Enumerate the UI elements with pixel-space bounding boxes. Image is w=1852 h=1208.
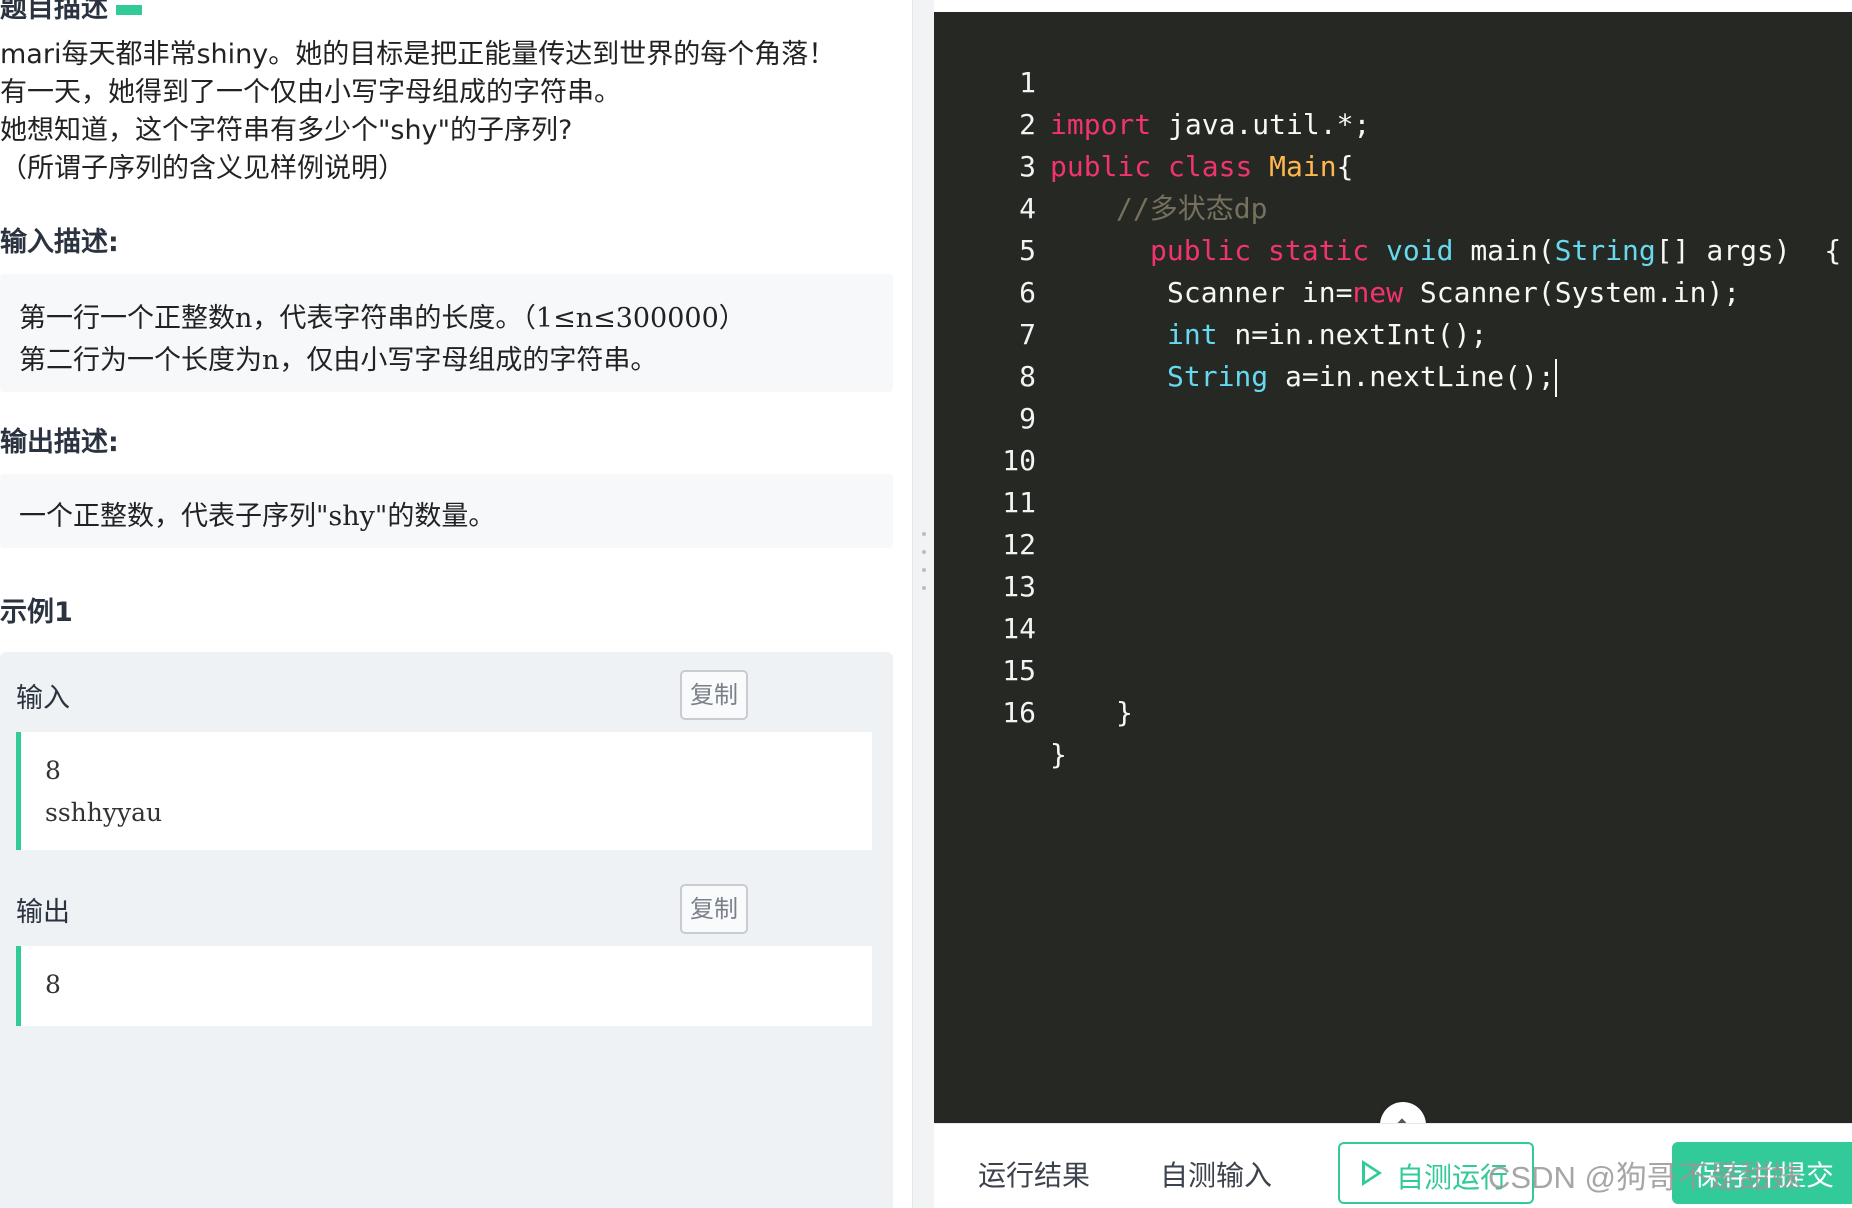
code-line[interactable]: 10 xyxy=(934,398,1852,477)
code-line[interactable]: 12 xyxy=(934,482,1852,561)
code-text: } xyxy=(1116,696,1133,729)
code-line[interactable]: 9 xyxy=(934,356,1852,435)
output-description-box: 一个正整数，代表子序列"shy"的数量。 xyxy=(0,474,893,548)
code-line[interactable]: 8 xyxy=(934,314,1852,393)
input-description-line: 第一行一个正整数n，代表字符串的长度。（1≤n≤300000） xyxy=(19,303,746,334)
grip-dot-icon xyxy=(922,550,926,554)
code-editor[interactable]: 1 import java.util.*; 2 public class Mai… xyxy=(934,0,1852,1123)
code-line[interactable]: 16 } xyxy=(934,650,1852,771)
code-line[interactable]: 4 public static void main(String[] args)… xyxy=(934,146,1852,267)
input-description-box: 第一行一个正整数n，代表字符串的长度。（1≤n≤300000） 第二行为一个长度… xyxy=(0,274,893,392)
example-input-line: 8 xyxy=(45,756,61,785)
code-line[interactable]: 15 } xyxy=(934,608,1852,729)
code-line[interactable]: 2 public class Main{ xyxy=(934,62,1852,183)
copy-output-button[interactable]: 复制 xyxy=(680,884,748,934)
problem-title: 题目描述 xyxy=(0,0,142,25)
grip-dot-icon xyxy=(922,586,926,590)
example-title: 示例1 xyxy=(0,597,73,628)
code-line[interactable]: 5 Scanner in=new Scanner(System.in); xyxy=(934,188,1852,309)
grip-dot-icon xyxy=(922,568,926,572)
example-card: 输入 复制 8 sshhyyau 输出 复制 8 xyxy=(0,652,893,1208)
code-line[interactable]: 1 import java.util.*; xyxy=(934,20,1852,141)
title-mark-icon xyxy=(116,4,142,15)
description-line: mari每天都非常shiny。她的目标是把正能量传达到世界的每个角落！ xyxy=(0,39,836,70)
code-text: } xyxy=(1050,738,1067,771)
tab-run-result[interactable]: 运行结果 xyxy=(978,1154,1090,1194)
example-input-block: 8 sshhyyau xyxy=(16,732,872,850)
code-line[interactable]: 7 String a=in.nextLine(); xyxy=(934,272,1852,397)
output-description-title: 输出描述: xyxy=(0,427,119,458)
example-input-label: 输入 xyxy=(16,683,70,714)
code-line[interactable]: 11 xyxy=(934,440,1852,519)
copy-input-button[interactable]: 复制 xyxy=(680,670,748,720)
code-line[interactable]: 3 //多状态dp xyxy=(934,104,1852,225)
line-number: 16 xyxy=(1002,696,1036,729)
play-icon-inner xyxy=(1365,1165,1377,1181)
grip-dot-icon xyxy=(922,532,926,536)
example-input-line: sshhyyau xyxy=(45,798,163,827)
description-line: 有一天，她得到了一个仅由小写字母组成的字符串。 xyxy=(0,77,621,108)
tab-custom-input[interactable]: 自测输入 xyxy=(1160,1154,1272,1194)
problem-panel: 题目描述 mari每天都非常shiny。她的目标是把正能量传达到世界的每个角落！… xyxy=(0,0,912,1208)
code-line[interactable]: 14 xyxy=(934,566,1852,645)
input-description-title: 输入描述: xyxy=(0,227,119,258)
input-description-line: 第二行为一个长度为n，仅由小写字母组成的字符串。 xyxy=(19,345,658,376)
example-output-label: 输出 xyxy=(16,897,70,928)
panel-resize-handle[interactable] xyxy=(912,0,934,1208)
example-output-block: 8 xyxy=(16,946,872,1026)
output-description-line: 一个正整数，代表子序列"shy"的数量。 xyxy=(19,501,496,532)
description-line: （所谓子序列的含义见样例说明） xyxy=(0,153,405,184)
code-line[interactable]: 13 xyxy=(934,524,1852,603)
description-line: 她想知道，这个字符串有多少个"shy"的子序列? xyxy=(0,115,573,146)
watermark: CSDN @狗哥不是甜妹 xyxy=(1488,1160,1802,1195)
code-line[interactable]: 6 int n=in.nextInt(); xyxy=(934,230,1852,351)
example-output-line: 8 xyxy=(45,970,61,999)
